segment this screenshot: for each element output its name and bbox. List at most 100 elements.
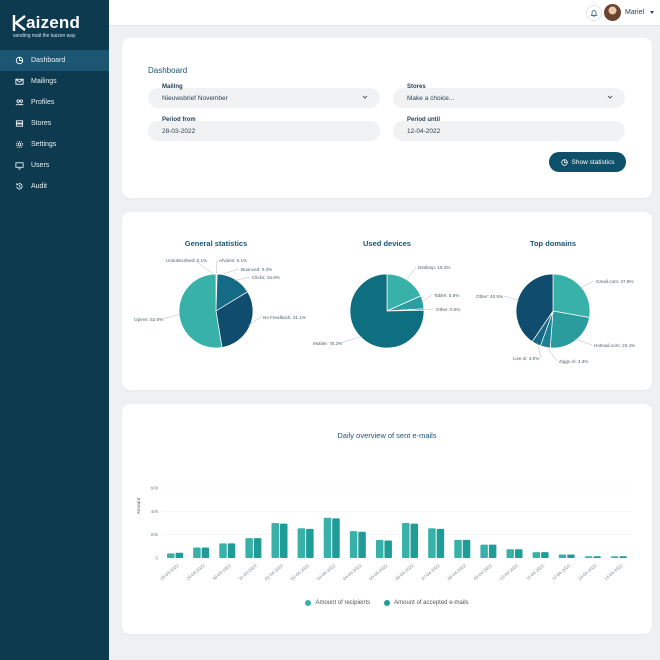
bar[interactable] bbox=[428, 528, 436, 558]
show-statistics-button[interactable]: Show statistics bbox=[549, 152, 626, 172]
sidebar-item-profiles[interactable]: Profiles bbox=[0, 92, 109, 113]
sidebar-item-stores[interactable]: Stores bbox=[0, 113, 109, 134]
bar[interactable] bbox=[462, 539, 471, 558]
pie-charts: Unsubscribed: 0.1% Afvoles: 0.1% Bounced: … bbox=[134, 258, 635, 364]
pie-label: Ziggo.nl: 4.3% bbox=[559, 359, 588, 364]
bar[interactable] bbox=[454, 539, 462, 558]
bar[interactable] bbox=[201, 547, 210, 559]
bar[interactable] bbox=[175, 552, 184, 558]
bar[interactable] bbox=[384, 540, 392, 559]
bar[interactable] bbox=[375, 539, 384, 558]
mailing-select[interactable]: Mailing Nieuwsbrief November bbox=[148, 84, 380, 108]
sidebar-item-mailings[interactable]: Mailings bbox=[0, 71, 109, 92]
bar[interactable] bbox=[410, 523, 419, 558]
chevron-down-icon bbox=[607, 95, 613, 99]
bar[interactable] bbox=[219, 543, 227, 558]
pie-leader-line bbox=[405, 266, 417, 282]
brand-name: aizend bbox=[26, 13, 81, 32]
bar[interactable] bbox=[280, 523, 288, 558]
pie-leader-line bbox=[233, 276, 251, 281]
sidebar-item-audit[interactable]: Audit bbox=[0, 176, 109, 197]
bar[interactable] bbox=[436, 528, 445, 558]
bar[interactable] bbox=[332, 518, 340, 558]
chart-legend: Amount of recipients Amount of accepted … bbox=[122, 600, 652, 606]
x-tick-label: 11-04-2022 bbox=[525, 563, 546, 581]
x-tick-label: 14-04-2022 bbox=[603, 563, 624, 582]
pie-chart-icon bbox=[560, 158, 568, 166]
legend-dot bbox=[305, 600, 312, 606]
bar[interactable] bbox=[323, 517, 332, 558]
bar[interactable] bbox=[567, 554, 575, 559]
legend-item-recipients[interactable]: Amount of recipients bbox=[305, 600, 370, 606]
sidebar-item-label: Mailings bbox=[31, 78, 57, 85]
profiles-icon bbox=[15, 98, 24, 107]
bar[interactable] bbox=[193, 547, 201, 559]
bar[interactable] bbox=[532, 552, 541, 558]
pie-leader-line bbox=[216, 259, 218, 277]
period-until-value: 12-04-2022 bbox=[407, 128, 441, 135]
sidebar-item-users[interactable]: Users bbox=[0, 155, 109, 176]
x-tick-label: 10-04-2022 bbox=[499, 563, 520, 582]
mailing-label: Mailing bbox=[162, 84, 183, 90]
bar[interactable] bbox=[558, 554, 567, 559]
pie-slice[interactable] bbox=[552, 273, 591, 318]
bar[interactable] bbox=[349, 531, 358, 558]
avatar[interactable] bbox=[604, 4, 621, 21]
y-tick-label: 0 bbox=[155, 556, 158, 561]
bar[interactable] bbox=[167, 553, 175, 558]
legend-item-accepted[interactable]: Amount of accepted e-mails bbox=[384, 600, 469, 606]
x-tick-label: 29-03-2022 bbox=[185, 563, 206, 582]
bar[interactable] bbox=[227, 543, 236, 558]
sidebar-item-label: Audit bbox=[31, 183, 47, 190]
legend-label: Amount of accepted e-mails bbox=[394, 600, 469, 606]
pie-label: Live.nl: 4.0% bbox=[513, 356, 539, 361]
bar[interactable] bbox=[358, 531, 366, 558]
bar-chart: 0 20k 40k 60k Amount 28-03-2022 29-03-2022 30-0… bbox=[136, 486, 632, 582]
bar[interactable] bbox=[297, 528, 306, 558]
period-from-field[interactable]: Period from 28-03-2022 bbox=[148, 117, 380, 141]
bar[interactable] bbox=[306, 528, 314, 558]
x-tick-label: 09-04-2022 bbox=[473, 563, 494, 582]
sidebar-item-label: Dashboard bbox=[31, 57, 66, 64]
y-tick-label: 40k bbox=[151, 509, 159, 514]
sidebar-item-settings[interactable]: Settings bbox=[0, 134, 109, 155]
bar[interactable] bbox=[584, 556, 593, 558]
bar[interactable] bbox=[402, 523, 410, 558]
x-tick-label: 06-04-2022 bbox=[394, 563, 415, 582]
y-axis-label: Amount bbox=[136, 497, 142, 514]
dashboard-icon bbox=[15, 56, 24, 65]
pie-label: Unsubscribed: 0.1% bbox=[166, 258, 207, 263]
sidebar-item-dashboard[interactable]: Dashboard bbox=[0, 50, 109, 71]
notifications-button[interactable] bbox=[586, 5, 602, 21]
brand-logo[interactable]: aizend sending mail the kaizen way bbox=[12, 12, 102, 42]
bar[interactable] bbox=[619, 556, 627, 558]
bar[interactable] bbox=[253, 538, 262, 558]
brand-tagline: sending mail the kaizen way bbox=[13, 33, 76, 39]
bar[interactable] bbox=[515, 549, 523, 558]
bar[interactable] bbox=[245, 538, 253, 558]
bar[interactable] bbox=[271, 523, 280, 558]
bar[interactable] bbox=[506, 549, 515, 558]
pie-slice[interactable] bbox=[178, 273, 223, 349]
bar[interactable] bbox=[541, 552, 549, 558]
mailings-icon bbox=[15, 77, 24, 86]
x-tick-label: 02-04-2022 bbox=[290, 563, 311, 582]
bar[interactable] bbox=[480, 544, 488, 558]
chevron-down-icon[interactable] bbox=[650, 11, 654, 14]
period-from-label: Period from bbox=[162, 117, 196, 123]
pie-label: Hotmail.com: 23.4% bbox=[594, 343, 635, 348]
x-tick-label: 30-03-2022 bbox=[211, 563, 232, 582]
stores-select[interactable]: Stores Make a choice... bbox=[393, 84, 625, 108]
user-name[interactable]: Mariel bbox=[625, 9, 644, 16]
bar[interactable] bbox=[488, 544, 497, 558]
pie-leader-line bbox=[340, 335, 363, 344]
bar[interactable] bbox=[610, 556, 619, 558]
legend-dot bbox=[384, 600, 391, 606]
pie-label: Other: 40.5% bbox=[476, 294, 503, 299]
bar-chart-card: Daily overview of sent e-mails 0 20k 40k 60… bbox=[122, 404, 652, 634]
period-until-field[interactable]: Period until 12-04-2022 bbox=[393, 117, 625, 141]
pie-slice[interactable] bbox=[549, 310, 590, 349]
bar[interactable] bbox=[593, 556, 601, 558]
users-icon bbox=[15, 161, 24, 170]
mailing-value: Nieuwsbrief November bbox=[162, 95, 228, 102]
